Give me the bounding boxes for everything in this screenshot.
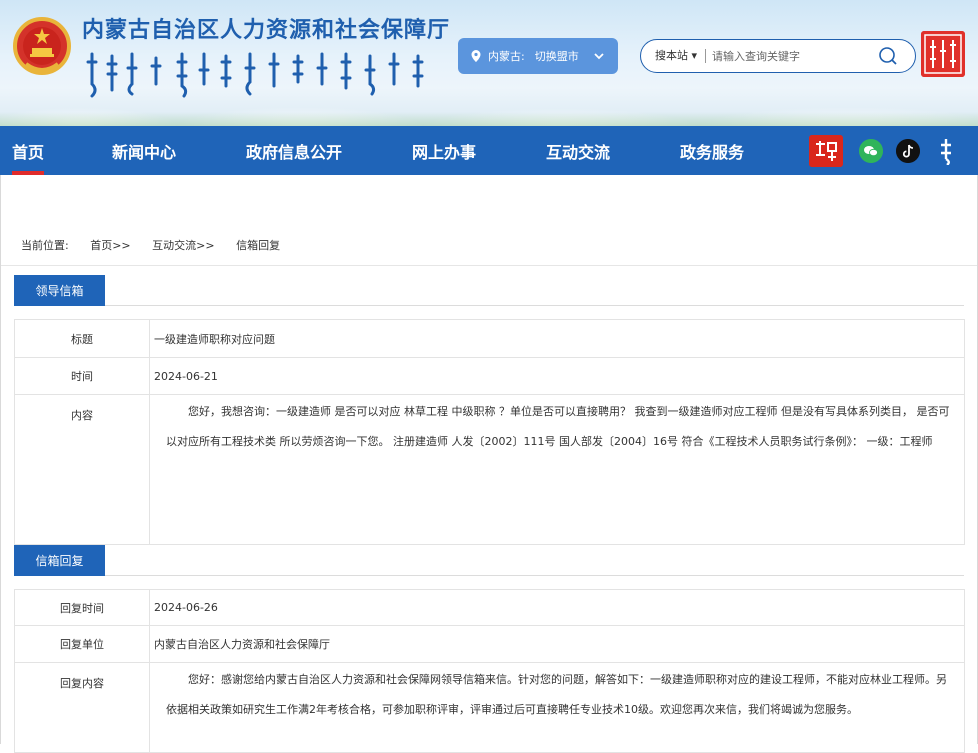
nav-item-label: 政府信息公开 xyxy=(246,142,343,162)
title-label: 标题 xyxy=(14,319,150,358)
table-row: 回复时间 2024-06-26 xyxy=(14,589,965,626)
table-row: 标题 一级建造师职称对应问题 xyxy=(14,319,965,358)
table-row: 时间 2024-06-21 xyxy=(14,357,965,395)
reply-section-tab: 信箱回复 xyxy=(14,545,105,576)
title-value: 一级建造师职称对应问题 xyxy=(149,319,965,358)
site-header: 内蒙古自治区人力资源和社会保障厅 内蒙古: 切换盟市 搜本站 ▾ 请输入查询关键… xyxy=(0,0,978,126)
table-row: 内容 您好，我想咨询：一级建造师 是否可以对应 林草工程 中级职称 ？单位是否可… xyxy=(14,394,965,545)
reply-content-cell: 您好：感谢您给内蒙古自治区人力资源和社会保障网领导信箱来信。针对您的问题，解答如… xyxy=(149,662,965,753)
reply-content-label: 回复内容 xyxy=(14,662,150,753)
site-title: 内蒙古自治区人力资源和社会保障厅 xyxy=(82,18,451,43)
nav-item-interaction[interactable]: 互动交流 xyxy=(546,126,610,175)
breadcrumb: 当前位置: 首页>> 互动交流>> 信箱回复 xyxy=(21,237,298,253)
region-switch-button[interactable]: 内蒙古: 切换盟市 xyxy=(458,38,618,74)
reply-section-header: 信箱回复 xyxy=(14,545,964,576)
nav-item-gov-service[interactable]: 政务服务 xyxy=(680,126,744,175)
header-grassland xyxy=(0,112,978,126)
breadcrumb-prefix: 当前位置: xyxy=(21,239,69,252)
nav-item-online-service[interactable]: 网上办事 xyxy=(412,126,476,175)
nav-item-label: 互动交流 xyxy=(546,142,611,162)
divider xyxy=(1,265,977,266)
reply-time-value: 2024-06-26 xyxy=(149,589,965,626)
letter-content-text: 您好，我想咨询：一级建造师 是否可以对应 林草工程 中级职称 ？单位是否可以直接… xyxy=(166,405,950,448)
national-emblem-icon[interactable] xyxy=(12,16,72,78)
nav-item-label: 首页 xyxy=(12,142,45,162)
reply-time-label: 回复时间 xyxy=(14,589,150,626)
search-icon[interactable] xyxy=(878,46,898,66)
nav-item-label: 网上办事 xyxy=(412,142,477,162)
time-label: 时间 xyxy=(14,357,150,395)
wechat-icon[interactable] xyxy=(859,139,883,163)
chevron-down-icon xyxy=(594,53,604,60)
table-row: 回复内容 您好：感谢您给内蒙古自治区人力资源和社会保障网领导信箱来信。针对您的问… xyxy=(14,662,965,753)
site-search: 搜本站 ▾ xyxy=(640,39,916,73)
nav-item-gov-info[interactable]: 政府信息公开 xyxy=(246,126,342,175)
reply-content-text: 您好：感谢您给内蒙古自治区人力资源和社会保障网领导信箱来信。针对您的问题，解答如… xyxy=(166,673,947,716)
mongolian-script-icon[interactable] xyxy=(936,137,956,165)
search-input[interactable] xyxy=(712,49,873,63)
region-label: 内蒙古: xyxy=(488,50,525,63)
location-pin-icon xyxy=(471,50,481,62)
main-content: 当前位置: 首页>> 互动交流>> 信箱回复 领导信箱 标题 一级建造师职称对应… xyxy=(0,175,978,753)
breadcrumb-home[interactable]: 首页>> xyxy=(90,239,130,252)
nav-item-label: 新闻中心 xyxy=(112,142,177,162)
letter-table: 标题 一级建造师职称对应问题 时间 2024-06-21 内容 您好，我想咨询：… xyxy=(14,319,965,545)
reply-unit-label: 回复单位 xyxy=(14,625,150,663)
mongolian-title-icon xyxy=(86,52,424,98)
xuexi-qiangguo-icon[interactable] xyxy=(809,135,843,167)
switch-region-label: 切换盟市 xyxy=(534,50,579,63)
nav-item-label: 政务服务 xyxy=(680,142,745,162)
main-nav: 首页 新闻中心 政府信息公开 网上办事 互动交流 政务服务 xyxy=(0,126,978,175)
content-label: 内容 xyxy=(14,394,150,545)
nav-item-news[interactable]: 新闻中心 xyxy=(112,126,176,175)
time-value: 2024-06-21 xyxy=(149,357,965,395)
reply-table: 回复时间 2024-06-26 回复单位 内蒙古自治区人力资源和社会保障厅 回复… xyxy=(14,589,965,753)
tiktok-icon[interactable] xyxy=(896,139,920,163)
breadcrumb-interaction[interactable]: 互动交流>> xyxy=(152,239,214,252)
reply-unit-value: 内蒙古自治区人力资源和社会保障厅 xyxy=(149,625,965,663)
nav-item-home[interactable]: 首页 xyxy=(12,126,45,175)
search-scope-select[interactable]: 搜本站 ▾ xyxy=(641,49,707,63)
letter-section-tab: 领导信箱 xyxy=(14,275,105,306)
mongolian-version-icon[interactable] xyxy=(921,31,965,77)
breadcrumb-current: 信箱回复 xyxy=(236,239,281,252)
table-row: 回复单位 内蒙古自治区人力资源和社会保障厅 xyxy=(14,625,965,663)
letter-section-header: 领导信箱 xyxy=(14,275,964,306)
content-cell: 您好，我想咨询：一级建造师 是否可以对应 林草工程 中级职称 ？单位是否可以直接… xyxy=(149,394,965,545)
